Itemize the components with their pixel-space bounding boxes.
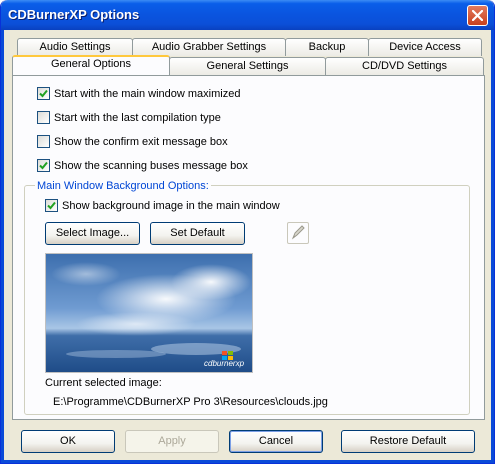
option-label: Show the confirm exit message box <box>54 135 228 148</box>
close-icon <box>472 10 483 21</box>
title-bar[interactable]: CDBurnerXP Options <box>1 0 494 30</box>
tab-general-settings[interactable]: General Settings <box>169 57 326 75</box>
option-label: Start with the main window maximized <box>54 87 241 100</box>
option-confirm-exit[interactable]: Show the confirm exit message box <box>37 135 228 148</box>
checkbox[interactable] <box>37 159 50 172</box>
option-start-maximized[interactable]: Start with the main window maximized <box>37 87 240 100</box>
clouds-image: cdburnerxp <box>46 254 252 372</box>
preview-logo-text: cdburnerxp <box>204 359 245 368</box>
tab-cd-dvd-settings[interactable]: CD/DVD Settings <box>325 57 484 75</box>
edit-image-button[interactable] <box>287 222 309 244</box>
apply-button[interactable]: Apply <box>125 430 219 453</box>
option-label: Show background image in the main window <box>62 199 280 212</box>
cancel-button[interactable]: Cancel <box>229 430 323 453</box>
checkbox[interactable] <box>37 87 50 100</box>
group-title: Main Window Background Options: <box>35 180 211 192</box>
ok-button[interactable]: OK <box>21 430 115 453</box>
background-preview-image: cdburnerxp <box>45 253 253 373</box>
set-default-button[interactable]: Set Default <box>150 222 245 245</box>
tab-audio-settings[interactable]: Audio Settings <box>17 38 133 56</box>
select-image-button[interactable]: Select Image... <box>45 222 140 245</box>
current-image-caption: Current selected image: <box>45 377 162 389</box>
checkbox[interactable] <box>37 111 50 124</box>
check-icon <box>39 161 48 170</box>
close-button[interactable] <box>467 5 488 26</box>
tab-device-access[interactable]: Device Access <box>368 38 482 56</box>
options-window: CDBurnerXP Options Audio Settings Audio … <box>0 0 495 464</box>
pen-icon <box>291 225 305 240</box>
option-show-background[interactable]: Show background image in the main window <box>45 199 280 212</box>
tab-general-options[interactable]: General Options <box>12 55 170 75</box>
option-start-last-compilation[interactable]: Start with the last compilation type <box>37 111 221 124</box>
option-label: Start with the last compilation type <box>54 111 221 124</box>
window-title: CDBurnerXP Options <box>8 7 140 22</box>
checkbox[interactable] <box>45 199 58 212</box>
check-icon <box>39 89 48 98</box>
tab-audio-grabber-settings[interactable]: Audio Grabber Settings <box>132 38 286 56</box>
tab-backup[interactable]: Backup <box>285 38 369 56</box>
check-icon <box>47 201 56 210</box>
option-scanning-buses[interactable]: Show the scanning buses message box <box>37 159 248 172</box>
current-image-path: E:\Programme\CDBurnerXP Pro 3\Resources\… <box>53 396 328 408</box>
checkbox[interactable] <box>37 135 50 148</box>
option-label: Show the scanning buses message box <box>54 159 248 172</box>
restore-default-button[interactable]: Restore Default <box>341 430 475 453</box>
